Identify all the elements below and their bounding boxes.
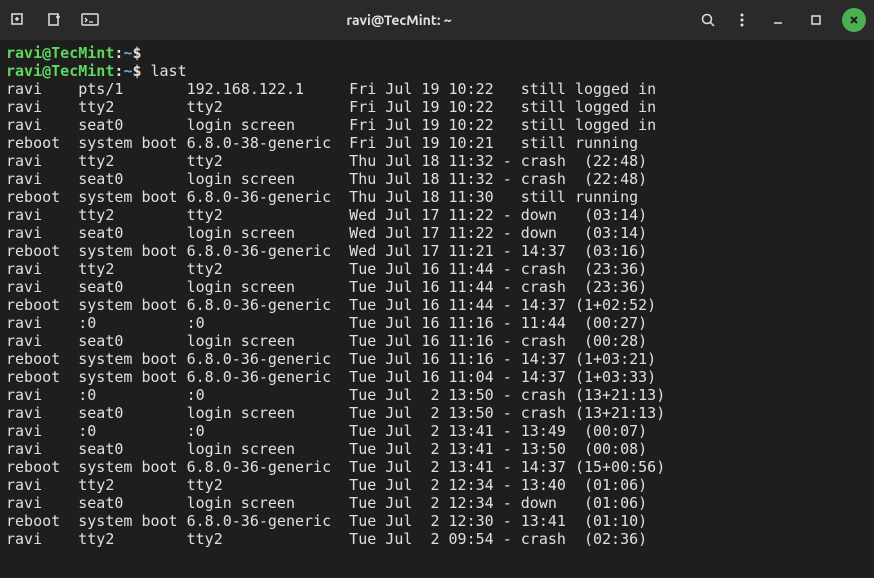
last-output-row: ravi seat0 login screen Thu Jul 18 11:32… [6, 170, 868, 188]
last-output-row: reboot system boot 6.8.0-36-generic Wed … [6, 242, 868, 260]
last-output-row: ravi pts/1 192.168.122.1 Fri Jul 19 10:2… [6, 80, 868, 98]
window-title: ravi@TecMint: ~ [100, 12, 698, 28]
new-tab-button[interactable] [8, 10, 28, 30]
last-output-row: ravi seat0 login screen Tue Jul 16 11:44… [6, 278, 868, 296]
last-output-row: ravi seat0 login screen Tue Jul 2 13:41 … [6, 440, 868, 458]
last-output-row: ravi seat0 login screen Tue Jul 2 13:50 … [6, 404, 868, 422]
search-button[interactable] [698, 10, 718, 30]
titlebar-left-controls [8, 10, 100, 30]
last-output-row: ravi tty2 tty2 Thu Jul 18 11:32 - crash … [6, 152, 868, 170]
close-button[interactable] [842, 8, 866, 32]
last-output-row: ravi :0 :0 Tue Jul 2 13:50 - crash (13+2… [6, 386, 868, 404]
maximize-button[interactable] [804, 8, 828, 32]
last-output-row: ravi seat0 login screen Wed Jul 17 11:22… [6, 224, 868, 242]
last-output-row: reboot system boot 6.8.0-36-generic Thu … [6, 188, 868, 206]
last-output-row: reboot system boot 6.8.0-36-generic Tue … [6, 368, 868, 386]
prompt-line-command: ravi@TecMint:~$ last [6, 62, 868, 80]
last-output-row: ravi seat0 login screen Tue Jul 2 12:34 … [6, 494, 868, 512]
last-output-row: reboot system boot 6.8.0-36-generic Tue … [6, 458, 868, 476]
last-output-row: reboot system boot 6.8.0-38-generic Fri … [6, 134, 868, 152]
last-output-row: ravi seat0 login screen Fri Jul 19 10:22… [6, 116, 868, 134]
last-output-row: ravi tty2 tty2 Fri Jul 19 10:22 still lo… [6, 98, 868, 116]
last-output-row: ravi tty2 tty2 Tue Jul 2 09:54 - crash (… [6, 530, 868, 548]
last-output-row: ravi :0 :0 Tue Jul 2 13:41 - 13:49 (00:0… [6, 422, 868, 440]
menu-button[interactable] [732, 10, 752, 30]
terminal-output[interactable]: ravi@TecMint:~$ ravi@TecMint:~$ lastravi… [0, 40, 874, 578]
last-output-row: reboot system boot 6.8.0-36-generic Tue … [6, 512, 868, 530]
minimize-button[interactable] [766, 8, 790, 32]
last-output-row: reboot system boot 6.8.0-36-generic Tue … [6, 296, 868, 314]
last-output-row: ravi tty2 tty2 Tue Jul 2 12:34 - 13:40 (… [6, 476, 868, 494]
last-output-row: ravi seat0 login screen Tue Jul 16 11:16… [6, 332, 868, 350]
terminal-icon[interactable] [80, 10, 100, 30]
prompt-user-host: ravi@TecMint [6, 44, 114, 62]
prompt-user-host: ravi@TecMint [6, 62, 114, 80]
last-output-row: ravi :0 :0 Tue Jul 16 11:16 - 11:44 (00:… [6, 314, 868, 332]
last-output-row: ravi tty2 tty2 Tue Jul 16 11:44 - crash … [6, 260, 868, 278]
new-window-button[interactable] [44, 10, 64, 30]
prompt-line-empty: ravi@TecMint:~$ [6, 44, 868, 62]
last-output-row: reboot system boot 6.8.0-36-generic Tue … [6, 350, 868, 368]
last-output-row: ravi tty2 tty2 Wed Jul 17 11:22 - down (… [6, 206, 868, 224]
command-text: last [151, 62, 187, 80]
titlebar-right-controls [698, 8, 866, 32]
window-titlebar: ravi@TecMint: ~ [0, 0, 874, 40]
